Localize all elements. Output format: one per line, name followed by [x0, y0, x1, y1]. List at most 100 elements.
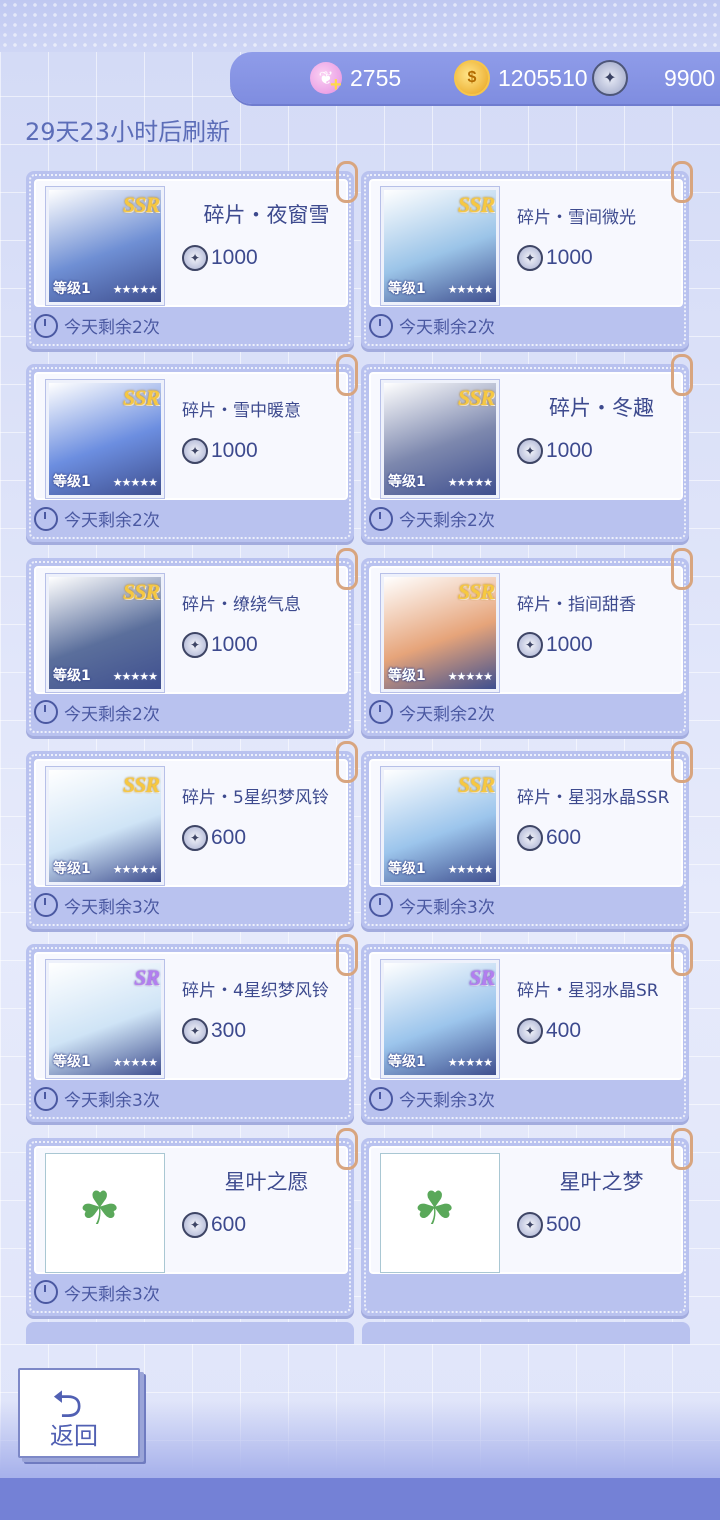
clock-icon [34, 313, 58, 338]
price-value: 1000 [546, 632, 593, 656]
rarity-badge: SSR [457, 192, 495, 217]
compass-icon: ✦ [182, 245, 208, 271]
paperclip-icon [336, 354, 358, 397]
remaining-count: 今天剩余2次 [34, 700, 160, 725]
remaining-label: 今天剩余3次 [399, 1091, 495, 1112]
paperclip-icon [336, 934, 358, 977]
card-body: SSR 等级1 ★★★★★ 碎片・冬趣 ✦ 1000 [369, 372, 683, 501]
item-thumbnail: ☘ [380, 1152, 500, 1273]
shop-item-card[interactable]: SSR 等级1 ★★★★★ 碎片・缭绕气息 ✦ 1000 今天剩余2次 [26, 547, 358, 736]
card-body: SSR 等级1 ★★★★★ 碎片・5星织梦风铃 ✦ 600 [34, 758, 348, 887]
paperclip-icon [336, 1127, 358, 1170]
item-name: 碎片・星羽水晶SR [517, 981, 659, 1002]
paperclip-icon [671, 161, 693, 203]
item-thumbnail: ☘ [45, 1152, 165, 1273]
coin-currency[interactable]: $ 1205510 [454, 52, 588, 104]
rarity-badge: SR [469, 965, 495, 991]
paperclip-icon [671, 1127, 693, 1170]
clock-icon [34, 1086, 58, 1111]
price-value: 1000 [546, 246, 593, 269]
clover-icon: ☘ [414, 1180, 456, 1235]
clock-icon [34, 893, 58, 918]
clock-icon [34, 1280, 58, 1304]
shop-item-card[interactable]: ☘ 星叶之梦 ✦ 500 [361, 1127, 693, 1316]
item-thumbnail: SR 等级1 ★★★★★ [380, 959, 500, 1080]
star-rating-icon: ★★★★★ [112, 669, 158, 683]
back-button[interactable]: ⮌ 返回 [18, 1368, 140, 1458]
paperclip-icon [336, 740, 358, 783]
clock-icon [369, 506, 393, 531]
clock-icon [369, 700, 393, 725]
paperclip-icon [336, 547, 358, 590]
paperclip-icon [671, 740, 693, 783]
clock-icon [34, 700, 58, 725]
price-value: 1000 [211, 632, 258, 656]
compass-icon: ✦ [182, 631, 208, 658]
item-price: ✦ 300 [182, 1018, 246, 1045]
item-name: 碎片・夜窗雪 [203, 203, 330, 227]
rarity-badge: SSR [457, 578, 495, 604]
level-label: 等级1 [53, 474, 91, 491]
shop-item-card[interactable]: SSR 等级1 ★★★★★ 碎片・夜窗雪 ✦ 1000 今天剩余2次 [26, 161, 358, 349]
shop-item-card[interactable]: SSR 等级1 ★★★★★ 碎片・指间甜香 ✦ 1000 今天剩余2次 [361, 547, 693, 736]
remaining-label: 今天剩余2次 [399, 511, 495, 532]
plus-icon[interactable]: + [330, 74, 342, 97]
rarity-badge: SSR [122, 578, 160, 604]
remaining-label: 今天剩余2次 [64, 704, 160, 725]
remaining-label: 今天剩余2次 [64, 511, 160, 532]
item-price: ✦ 1000 [182, 245, 258, 271]
remaining-count: 今天剩余3次 [34, 1280, 160, 1305]
item-price: ✦ 1000 [182, 631, 258, 658]
shop-item-card[interactable]: SSR 等级1 ★★★★★ 碎片・冬趣 ✦ 1000 今天剩余2次 [361, 354, 693, 543]
coin-icon: $ [454, 60, 490, 96]
star-rating-icon: ★★★★★ [112, 1056, 158, 1070]
compass-currency[interactable]: ✦ 9900 [592, 52, 715, 104]
item-name: 碎片・雪间微光 [517, 208, 636, 228]
compass-icon: ✦ [517, 245, 543, 271]
shop-item-card[interactable]: SR 等级1 ★★★★★ 碎片・星羽水晶SR ✦ 400 今天剩余3次 [361, 934, 693, 1123]
paperclip-icon [671, 354, 693, 397]
item-name: 碎片・雪中暖意 [182, 401, 301, 422]
paperclip-icon [336, 161, 358, 203]
rarity-badge: SSR [122, 385, 160, 411]
compass-icon: ✦ [517, 438, 543, 465]
item-price: ✦ 1000 [517, 245, 593, 271]
compass-icon: ✦ [182, 1018, 208, 1045]
item-price: ✦ 600 [517, 824, 582, 851]
item-thumbnail: SSR 等级1 ★★★★★ [45, 186, 165, 306]
remaining-count: 今天剩余2次 [369, 313, 495, 338]
compass-icon: ✦ [517, 631, 543, 658]
remaining-label: 今天剩余3次 [64, 1284, 160, 1305]
shop-item-card[interactable]: ☘ 星叶之愿 ✦ 600 今天剩余3次 [26, 1127, 358, 1316]
clock-icon [369, 1086, 393, 1111]
rarity-badge: SSR [122, 192, 160, 217]
star-rating-icon: ★★★★★ [112, 476, 158, 490]
item-price: ✦ 500 [517, 1211, 582, 1238]
star-rating-icon: ★★★★★ [447, 283, 493, 296]
shop-item-card[interactable]: SSR 等级1 ★★★★★ 碎片・雪间微光 ✦ 1000 今天剩余2次 [361, 161, 693, 349]
item-name: 碎片・缭绕气息 [182, 594, 301, 615]
price-value: 600 [546, 825, 582, 849]
remaining-count: 今天剩余3次 [34, 893, 160, 918]
item-thumbnail: SSR 等级1 ★★★★★ [45, 379, 165, 500]
level-label: 等级1 [388, 281, 426, 297]
item-thumbnail: SR 等级1 ★★★★★ [45, 959, 165, 1080]
shop-item-card[interactable]: SSR 等级1 ★★★★★ 碎片・5星织梦风铃 ✦ 600 今天剩余3次 [26, 740, 358, 929]
remaining-count: 今天剩余3次 [369, 893, 495, 918]
card-body: SR 等级1 ★★★★★ 碎片・星羽水晶SR ✦ 400 [369, 952, 683, 1081]
shop-item-card[interactable]: SSR 等级1 ★★★★★ 碎片・星羽水晶SSR ✦ 600 今天剩余3次 [361, 740, 693, 929]
item-thumbnail: SSR 等级1 ★★★★★ [380, 379, 500, 500]
item-name: 星叶之愿 [224, 1169, 309, 1194]
remaining-label: 今天剩余3次 [64, 1091, 160, 1112]
compass-icon: ✦ [182, 1211, 208, 1238]
item-price: ✦ 1000 [182, 438, 258, 465]
price-value: 1000 [211, 439, 258, 463]
price-value: 600 [211, 825, 247, 849]
refresh-timer: 29天23小时后刷新 [25, 118, 231, 146]
shop-item-card[interactable]: SSR 等级1 ★★★★★ 碎片・雪中暖意 ✦ 1000 今天剩余2次 [26, 354, 358, 543]
price-value: 1000 [546, 439, 593, 463]
price-value: 500 [546, 1212, 582, 1236]
swan-currency[interactable]: ❦ + 2755 [310, 52, 401, 104]
shop-item-card[interactable]: SR 等级1 ★★★★★ 碎片・4星织梦风铃 ✦ 300 今天剩余3次 [26, 934, 358, 1123]
remaining-count: 今天剩余2次 [369, 506, 495, 531]
